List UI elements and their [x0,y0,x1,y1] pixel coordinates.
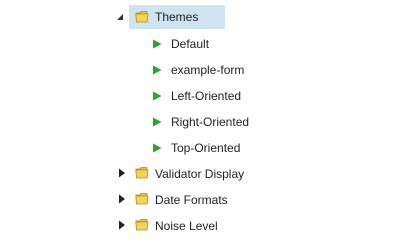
play-arrow-icon [153,143,162,153]
folder-icon [135,11,149,23]
play-arrow-icon [153,117,162,127]
caret-collapsed-icon[interactable] [117,168,127,178]
caret-collapsed-icon[interactable] [117,194,127,204]
tree-folder-label-themes[interactable]: Themes [155,9,198,25]
tree-leaf-label-example-form[interactable]: example-form [171,62,244,78]
tree-leaf-label-top-oriented[interactable]: Top-Oriented [171,140,240,156]
tree-folder-label-noise-level[interactable]: Noise Level [155,218,218,234]
tree-leaf-label-right-oriented[interactable]: Right-Oriented [171,114,249,130]
tree-folder-label-date-formats[interactable]: Date Formats [155,192,228,208]
caret-expanded-icon[interactable] [115,12,125,22]
play-arrow-icon [153,91,162,101]
tree-leaf-label-default[interactable]: Default [171,36,209,52]
tree-view: Themes Default example-form Left-Oriente… [0,0,406,243]
play-arrow-icon [153,39,162,49]
folder-icon [135,219,149,231]
play-arrow-icon [153,65,162,75]
tree-leaf-label-left-oriented[interactable]: Left-Oriented [171,88,241,104]
folder-icon [135,193,149,205]
caret-collapsed-icon[interactable] [117,220,127,230]
tree-folder-label-validator-display[interactable]: Validator Display [155,166,244,182]
folder-icon [135,167,149,179]
